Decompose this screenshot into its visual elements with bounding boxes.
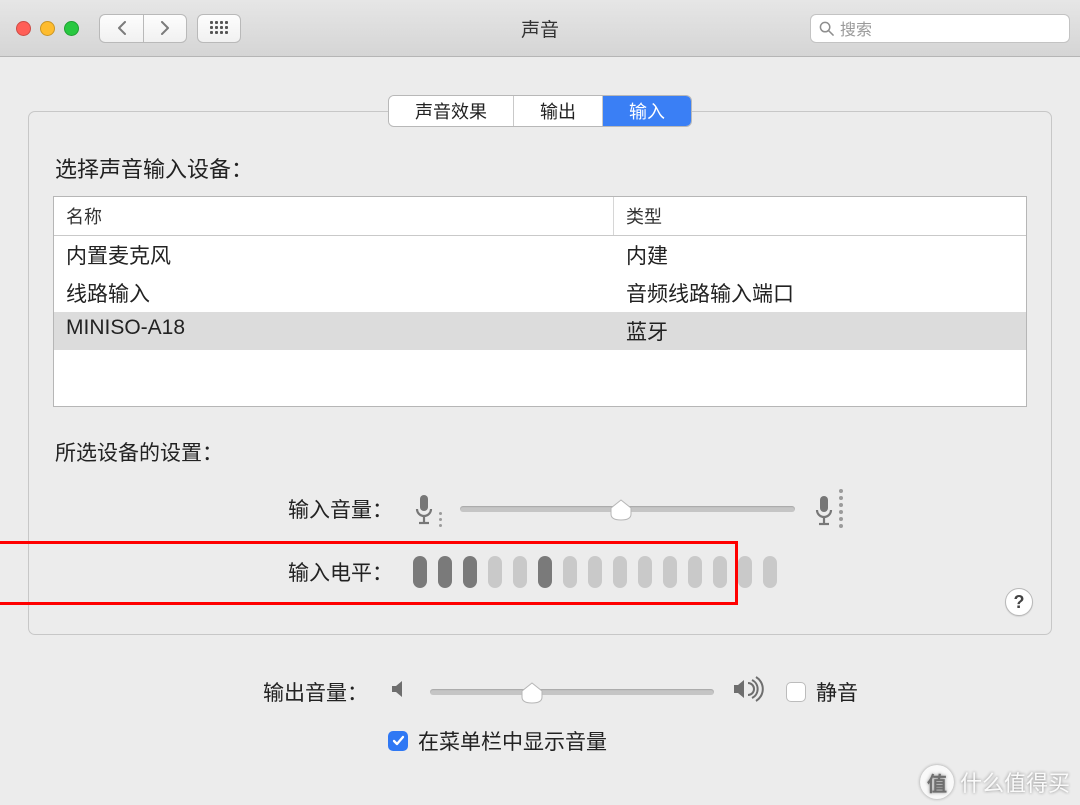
- tab-sound-effects[interactable]: 声音效果: [389, 96, 514, 126]
- input-volume-control: [413, 489, 843, 528]
- output-volume-slider[interactable]: [430, 689, 714, 695]
- grid-icon: [210, 21, 228, 35]
- tab-label: 输出: [540, 98, 576, 124]
- level-bar: [613, 556, 627, 588]
- level-bar: [538, 556, 552, 588]
- column-header-name[interactable]: 名称: [54, 197, 614, 235]
- minimize-window-button[interactable]: [40, 21, 55, 36]
- traffic-lights: [16, 21, 79, 36]
- level-bar: [763, 556, 777, 588]
- input-level-label: 输入电平：: [53, 557, 413, 587]
- input-level-meter: [413, 556, 777, 588]
- device-row[interactable]: MINISO-A18 蓝牙: [54, 312, 1026, 350]
- slider-thumb[interactable]: [520, 681, 544, 703]
- tab-output[interactable]: 输出: [514, 96, 603, 126]
- show-all-button[interactable]: [197, 14, 241, 43]
- device-type: 内建: [614, 236, 1026, 274]
- sound-preferences-window: 声音 搜索 声音效果 输出 输入 选择声音输入设备： 名称 类型 内置麦克风 内…: [0, 0, 1080, 805]
- input-level-row: 输入电平：: [53, 556, 1027, 588]
- search-icon: [819, 21, 834, 36]
- input-volume-slider[interactable]: [460, 506, 795, 512]
- zoom-window-button[interactable]: [64, 21, 79, 36]
- device-name: 内置麦克风: [54, 236, 614, 274]
- level-bar: [713, 556, 727, 588]
- checkbox-box: [388, 731, 408, 751]
- level-bar: [513, 556, 527, 588]
- search-input[interactable]: 搜索: [810, 14, 1070, 43]
- checkbox-box: [786, 682, 806, 702]
- device-name: 线路输入: [54, 274, 614, 312]
- output-controls: 输出音量：: [0, 675, 1080, 756]
- tab-strip: 声音效果 输出 输入: [388, 95, 692, 127]
- level-bar: [488, 556, 502, 588]
- level-bar: [463, 556, 477, 588]
- output-volume-row: 输出音量：: [28, 675, 1052, 708]
- device-name: MINISO-A18: [54, 312, 614, 350]
- speaker-low-icon: [388, 677, 412, 706]
- slider-thumb[interactable]: [609, 498, 633, 520]
- search-placeholder: 搜索: [840, 16, 872, 40]
- help-button[interactable]: ?: [1005, 588, 1033, 616]
- level-bar: [413, 556, 427, 588]
- device-row[interactable]: 内置麦克风 内建: [54, 236, 1026, 274]
- tab-label: 声音效果: [415, 98, 487, 124]
- level-bar: [638, 556, 652, 588]
- device-table: 名称 类型 内置麦克风 内建 线路输入 音频线路输入端口 MINISO-A18 …: [53, 196, 1027, 407]
- choose-device-heading: 选择声音输入设备：: [55, 152, 1027, 184]
- input-volume-label: 输入音量：: [53, 494, 413, 524]
- speaker-high-icon: [732, 675, 768, 708]
- mute-checkbox[interactable]: 静音: [786, 677, 858, 707]
- device-type: 蓝牙: [614, 312, 1026, 350]
- close-window-button[interactable]: [16, 21, 31, 36]
- check-icon: [392, 735, 405, 747]
- tab-label: 输入: [629, 98, 665, 124]
- device-type: 音频线路输入端口: [614, 274, 1026, 312]
- menubar-volume-row: 在菜单栏中显示音量: [28, 726, 1052, 756]
- watermark: 值 什么值得买: [920, 765, 1070, 799]
- column-header-type[interactable]: 类型: [614, 197, 1026, 235]
- mute-label: 静音: [816, 677, 858, 707]
- tab-input[interactable]: 输入: [603, 96, 691, 126]
- chevron-left-icon: [117, 21, 127, 35]
- selected-device-settings-heading: 所选设备的设置：: [55, 437, 1027, 467]
- input-volume-row: 输入音量：: [53, 489, 1027, 528]
- show-volume-menubar-checkbox[interactable]: 在菜单栏中显示音量: [388, 726, 607, 756]
- main-panel: 选择声音输入设备： 名称 类型 内置麦克风 内建 线路输入 音频线路输入端口 M…: [28, 111, 1052, 635]
- level-bar: [663, 556, 677, 588]
- level-bar: [563, 556, 577, 588]
- output-volume-control: 静音: [388, 675, 858, 708]
- level-bar: [588, 556, 602, 588]
- titlebar: 声音 搜索: [0, 0, 1080, 57]
- forward-button[interactable]: [143, 14, 187, 43]
- watermark-badge-icon: 值: [920, 765, 954, 799]
- show-volume-menubar-label: 在菜单栏中显示音量: [418, 726, 607, 756]
- chevron-right-icon: [160, 21, 170, 35]
- watermark-text: 什么值得买: [960, 766, 1070, 798]
- level-bar: [738, 556, 752, 588]
- device-table-body: 内置麦克风 内建 线路输入 音频线路输入端口 MINISO-A18 蓝牙: [54, 236, 1026, 406]
- level-bar: [688, 556, 702, 588]
- nav-buttons: [99, 14, 187, 43]
- microphone-low-icon: [413, 491, 442, 527]
- output-volume-label: 输出音量：: [28, 677, 388, 707]
- device-row[interactable]: 线路输入 音频线路输入端口: [54, 274, 1026, 312]
- level-bar: [438, 556, 452, 588]
- microphone-high-icon: [813, 489, 843, 528]
- back-button[interactable]: [99, 14, 143, 43]
- device-table-header: 名称 类型: [54, 197, 1026, 236]
